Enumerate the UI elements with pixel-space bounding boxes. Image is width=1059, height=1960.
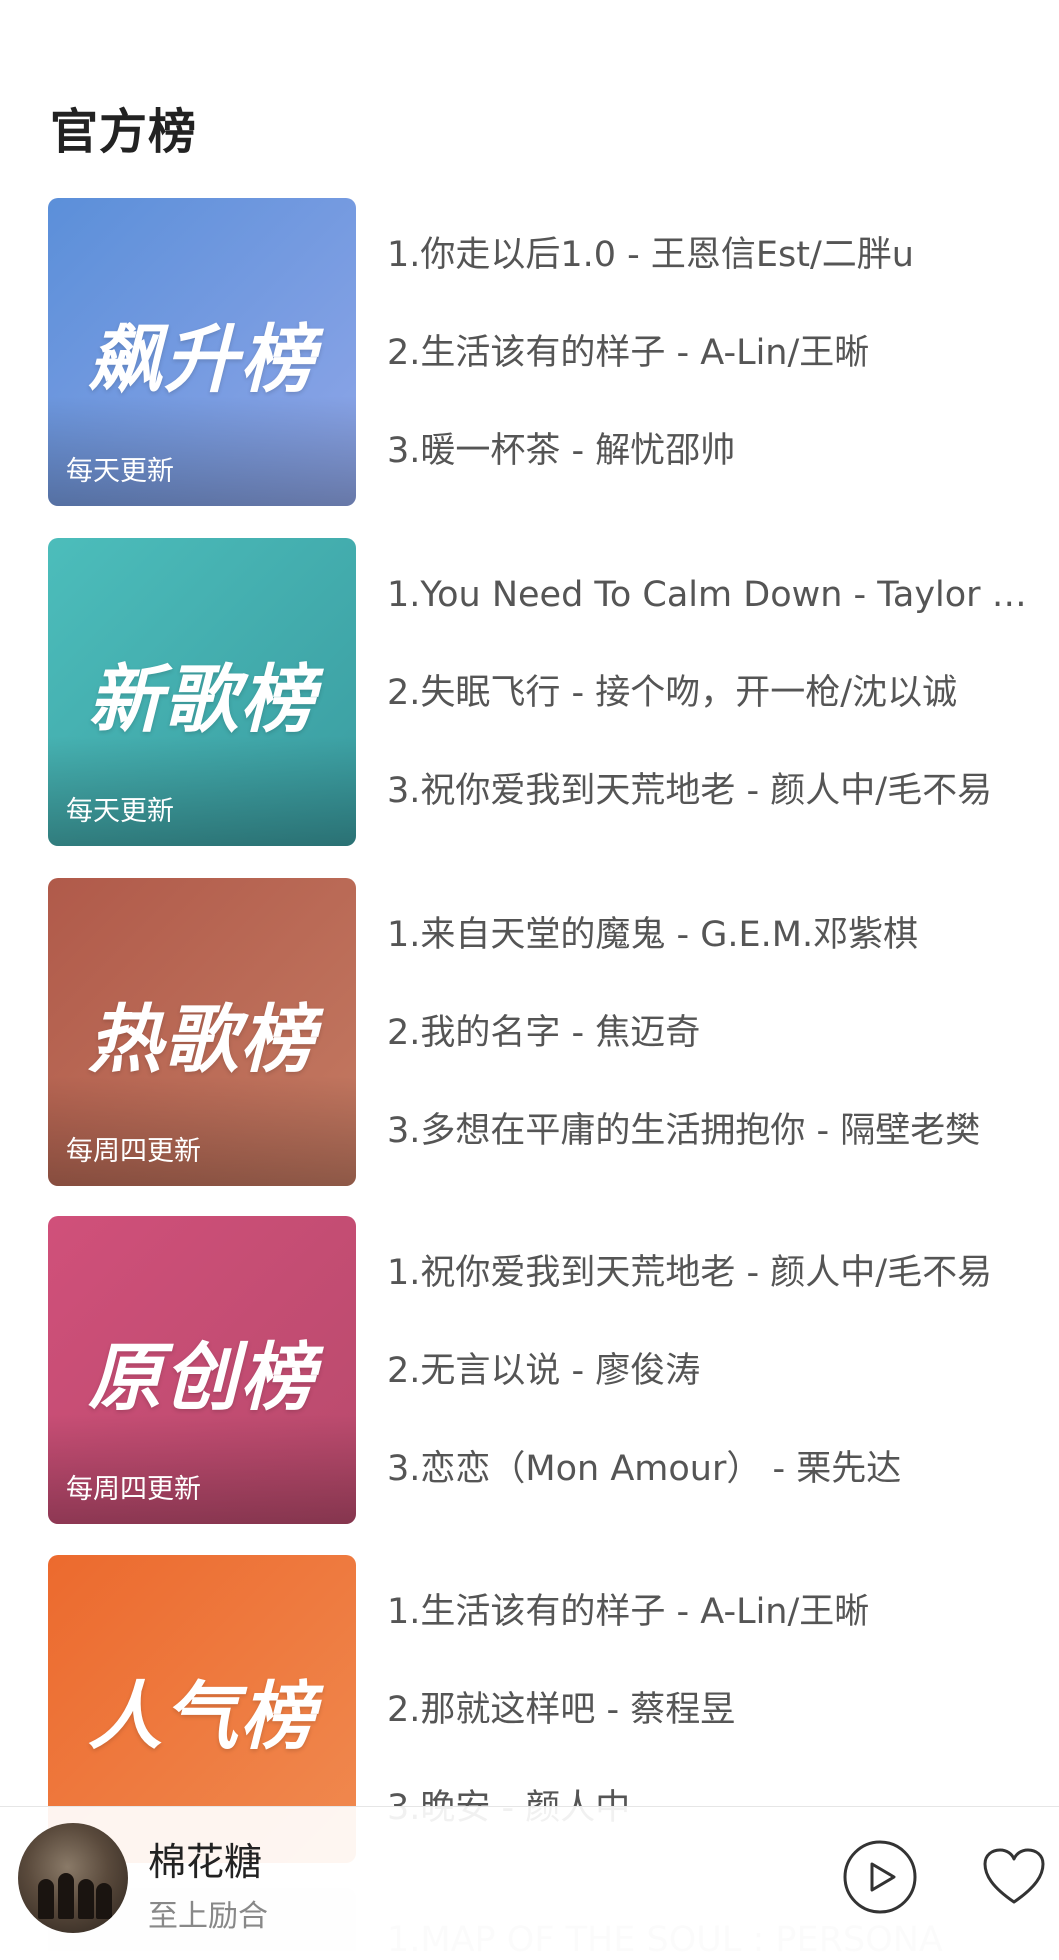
chart-cover-title: 热歌榜 xyxy=(88,997,316,1083)
chart-cover-title: 飙升榜 xyxy=(88,317,316,403)
chart-row-soaring[interactable]: 飙升榜 每天更新 1.你走以后1.0 - 王恩信Est/二胖u 2.生活该有的样… xyxy=(0,198,1059,506)
chart-cover-title: 人气榜 xyxy=(88,1674,316,1760)
track-item[interactable]: 1.祝你爱我到天荒地老 - 颜人中/毛不易 xyxy=(387,1251,1027,1295)
track-item[interactable]: 2.无言以说 - 廖俊涛 xyxy=(387,1349,1027,1393)
track-item[interactable]: 1.你走以后1.0 - 王恩信Est/二胖u xyxy=(387,233,1027,277)
chart-tracks: 1.你走以后1.0 - 王恩信Est/二胖u 2.生活该有的样子 - A-Lin… xyxy=(387,198,1027,506)
chart-row-hot[interactable]: 热歌榜 每周四更新 1.来自天堂的魔鬼 - G.E.M.邓紫棋 2.我的名字 -… xyxy=(0,878,1059,1186)
track-item[interactable]: 3.多想在平庸的生活拥抱你 - 隔壁老樊 xyxy=(387,1109,1027,1153)
track-item[interactable]: 3.暖一杯茶 - 解忧邵帅 xyxy=(387,429,1027,473)
chart-cover[interactable]: 原创榜 每周四更新 xyxy=(48,1216,356,1524)
album-figure xyxy=(96,1883,112,1919)
album-figure xyxy=(38,1879,54,1919)
track-item[interactable]: 3.祝你爱我到天荒地老 - 颜人中/毛不易 xyxy=(387,769,1027,813)
track-item[interactable]: 1.来自天堂的魔鬼 - G.E.M.邓紫棋 xyxy=(387,913,1027,957)
play-icon[interactable] xyxy=(842,1839,918,1915)
chart-update-label: 每天更新 xyxy=(66,456,174,487)
now-playing-artist: 至上励合 xyxy=(148,1899,268,1934)
chart-tracks: 1.You Need To Calm Down - Taylor Swift 2… xyxy=(387,538,1027,846)
chart-row-new[interactable]: 新歌榜 每天更新 1.You Need To Calm Down - Taylo… xyxy=(0,538,1059,846)
chart-cover[interactable]: 热歌榜 每周四更新 xyxy=(48,878,356,1186)
chart-row-original[interactable]: 原创榜 每周四更新 1.祝你爱我到天荒地老 - 颜人中/毛不易 2.无言以说 -… xyxy=(0,1216,1059,1524)
track-item[interactable]: 2.我的名字 - 焦迈奇 xyxy=(387,1011,1027,1055)
album-art[interactable] xyxy=(18,1823,128,1933)
chart-tracks: 1.来自天堂的魔鬼 - G.E.M.邓紫棋 2.我的名字 - 焦迈奇 3.多想在… xyxy=(387,878,1027,1186)
chart-cover-title: 原创榜 xyxy=(88,1335,316,1421)
track-item[interactable]: 1.You Need To Calm Down - Taylor Swift xyxy=(387,573,1027,617)
track-item[interactable]: 2.失眠飞行 - 接个吻，开一枪/沈以诚 xyxy=(387,671,1027,715)
chart-update-label: 每周四更新 xyxy=(66,1474,201,1505)
album-figure xyxy=(78,1879,94,1919)
track-item[interactable]: 3.恋恋（Mon Amour） - 栗先达 xyxy=(387,1447,1027,1491)
chart-cover-title: 新歌榜 xyxy=(88,657,316,743)
chart-update-label: 每周四更新 xyxy=(66,1136,201,1167)
album-figure xyxy=(58,1873,74,1919)
track-item[interactable]: 2.那就这样吧 - 蔡程昱 xyxy=(387,1688,1027,1732)
chart-tracks: 1.祝你爱我到天荒地老 - 颜人中/毛不易 2.无言以说 - 廖俊涛 3.恋恋（… xyxy=(387,1216,1027,1524)
page-title: 官方榜 xyxy=(50,104,198,160)
track-item[interactable]: 1.生活该有的样子 - A-Lin/王晰 xyxy=(387,1590,1027,1634)
track-item[interactable]: 2.生活该有的样子 - A-Lin/王晰 xyxy=(387,331,1027,375)
heart-icon[interactable] xyxy=(982,1847,1046,1907)
mini-player[interactable]: 棉花糖 至上励合 xyxy=(0,1806,1059,1952)
chart-update-label: 每天更新 xyxy=(66,796,174,827)
chart-cover[interactable]: 新歌榜 每天更新 xyxy=(48,538,356,846)
chart-cover[interactable]: 飙升榜 每天更新 xyxy=(48,198,356,506)
now-playing-title: 棉花糖 xyxy=(148,1840,263,1884)
